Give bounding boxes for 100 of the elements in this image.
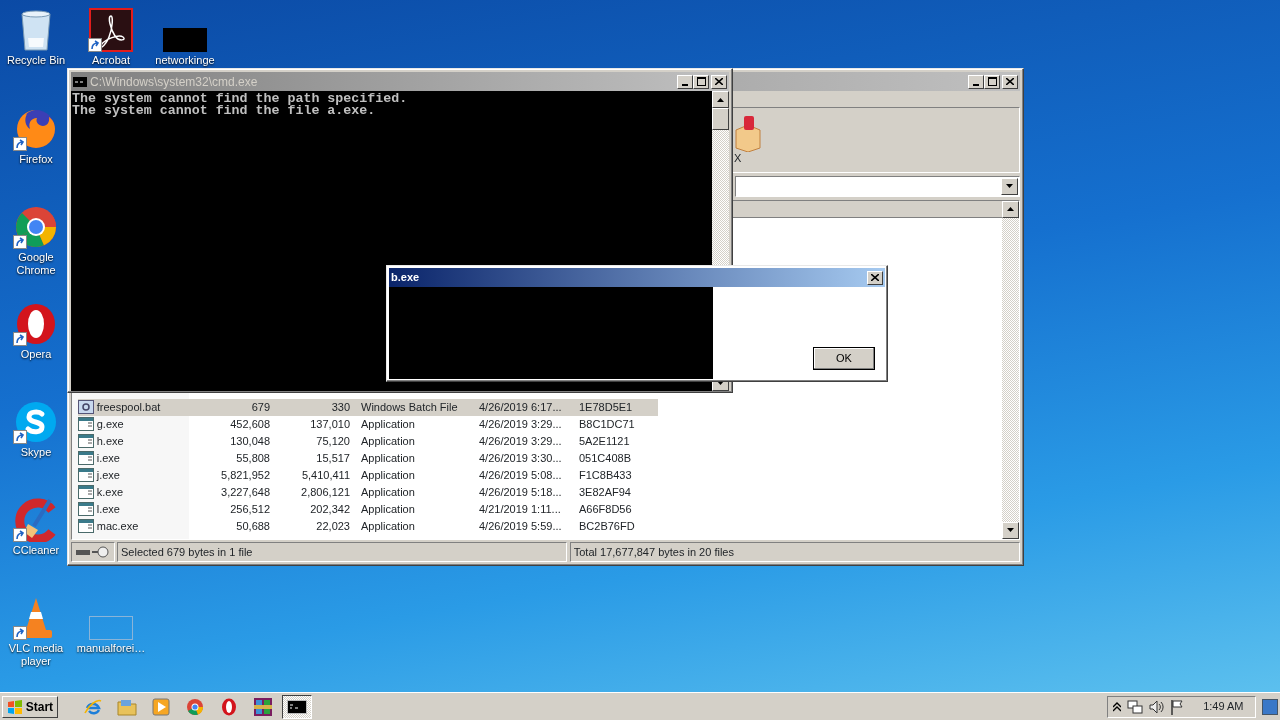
close-button[interactable] bbox=[711, 74, 727, 89]
file-type: Application bbox=[360, 484, 416, 500]
close-button[interactable] bbox=[1002, 74, 1018, 89]
packed-size: 15,517 bbox=[315, 450, 350, 466]
file-row[interactable]: h.exe 130,048 75,120 Application 4/26/2019 3:29... 5A2E1121 bbox=[78, 432, 658, 450]
modified-date: 4/26/2019 6:17... bbox=[478, 399, 563, 415]
crc-value: B8C1DC71 bbox=[578, 416, 636, 432]
icon-label[interactable]: Opera bbox=[20, 348, 52, 361]
fox-globe-icon bbox=[14, 107, 58, 151]
file-size: 3,227,648 bbox=[220, 484, 270, 500]
browser-logo-icon[interactable] bbox=[186, 697, 205, 716]
crc-value: A66F8D56 bbox=[578, 501, 633, 517]
crc-value: 3E82AF94 bbox=[578, 484, 632, 500]
file-type: Application bbox=[360, 501, 416, 517]
dropdown-button[interactable] bbox=[1001, 177, 1018, 195]
console-icon bbox=[73, 76, 87, 87]
close-button[interactable] bbox=[867, 270, 883, 285]
packed-size: 137,010 bbox=[309, 416, 350, 432]
file-size: 256,512 bbox=[229, 501, 270, 517]
document-thumbnail-icon bbox=[89, 616, 133, 640]
scroll-up-button[interactable] bbox=[712, 91, 729, 108]
packed-size: 5,410,411 bbox=[300, 467, 350, 483]
file-size: 679 bbox=[250, 399, 270, 415]
crc-value: 5A2E1121 bbox=[578, 433, 631, 449]
dialog-title: b.exe bbox=[391, 270, 420, 286]
application-file-icon bbox=[78, 451, 94, 466]
icon-label[interactable]: networkinge bbox=[155, 54, 215, 67]
file-name: l.exe bbox=[96, 501, 120, 517]
icon-label[interactable]: Firefox bbox=[19, 153, 53, 166]
file-name: freespool.bat bbox=[96, 399, 161, 415]
file-name: g.exe bbox=[96, 416, 124, 432]
play-icon[interactable] bbox=[152, 697, 171, 716]
minimize-button[interactable] bbox=[968, 74, 984, 89]
icon-label[interactable]: Skype bbox=[20, 446, 52, 459]
modified-date: 4/26/2019 3:29... bbox=[478, 433, 563, 449]
console-icon[interactable] bbox=[287, 699, 308, 714]
crc-value: BC2B76FD bbox=[578, 518, 636, 534]
file-size: 130,048 bbox=[229, 433, 270, 449]
file-row[interactable]: i.exe 55,808 15,517 Application 4/26/2019 3:30... 051C408B bbox=[78, 449, 658, 467]
file-name: mac.exe bbox=[96, 518, 139, 534]
chevron-up-icon[interactable] bbox=[1113, 701, 1122, 712]
thumbnail-icon bbox=[163, 28, 207, 52]
toolbar-label: X bbox=[734, 151, 742, 164]
close-icon bbox=[1006, 78, 1014, 85]
file-row[interactable]: freespool.bat 679 330 Windows Batch File 4/26/2019 6:17... 1E78D5E1 bbox=[78, 398, 658, 416]
packed-size: 22,023 bbox=[315, 518, 350, 534]
modified-date: 4/26/2019 5:08... bbox=[478, 467, 563, 483]
file-name: k.exe bbox=[96, 484, 124, 500]
ok-button[interactable]: OK bbox=[813, 347, 875, 370]
file-name: j.exe bbox=[96, 467, 120, 483]
show-desktop-button[interactable] bbox=[1262, 698, 1278, 715]
file-row[interactable]: j.exe 5,821,952 5,410,411 Application 4/26/2019 5:08... F1C8B433 bbox=[78, 466, 658, 484]
taskbar-button[interactable] bbox=[282, 694, 313, 719]
crc-value: F1C8B433 bbox=[578, 467, 633, 483]
start-button[interactable]: Start bbox=[2, 695, 59, 718]
file-row[interactable]: mac.exe 50,688 22,023 Application 4/26/2019 5:59... BC2B76FD bbox=[78, 517, 658, 535]
network-icon[interactable] bbox=[1126, 698, 1143, 715]
packed-size: 75,120 bbox=[315, 433, 350, 449]
maximize-button[interactable] bbox=[984, 74, 1000, 89]
file-row[interactable]: g.exe 452,608 137,010 Application 4/26/2019 3:29... B8C1DC71 bbox=[78, 415, 658, 433]
up-arrow-icon bbox=[1007, 207, 1014, 212]
maximize-button[interactable] bbox=[693, 74, 709, 89]
icon-label[interactable]: Recycle Bin bbox=[6, 54, 66, 67]
packed-size: 2,806,121 bbox=[300, 484, 350, 500]
scroll-thumb[interactable] bbox=[712, 108, 729, 130]
crc-value: 051C408B bbox=[578, 450, 632, 466]
packed-size: 330 bbox=[330, 399, 350, 415]
icon-label[interactable]: CCleaner bbox=[12, 544, 60, 557]
file-type: Windows Batch File bbox=[360, 399, 459, 415]
path-field[interactable] bbox=[735, 175, 1020, 197]
application-file-icon bbox=[78, 519, 94, 534]
broom-logo-icon bbox=[14, 498, 58, 542]
icon-label[interactable]: Acrobat bbox=[92, 54, 130, 67]
file-type: Application bbox=[360, 433, 416, 449]
volume-icon[interactable] bbox=[1148, 698, 1165, 715]
windows-logo-icon bbox=[7, 699, 23, 714]
file-name: i.exe bbox=[96, 450, 120, 466]
application-file-icon bbox=[78, 485, 94, 500]
file-row[interactable]: l.exe 256,512 202,342 Application 4/21/2019 1:11... A66F8D56 bbox=[78, 500, 658, 518]
icon-label[interactable]: Google Chrome bbox=[3, 251, 69, 277]
o-logo-icon bbox=[14, 302, 58, 346]
modified-date: 4/26/2019 3:30... bbox=[478, 450, 563, 466]
maximize-icon bbox=[987, 77, 997, 86]
o-logo-icon[interactable] bbox=[221, 697, 238, 716]
browser-logo-icon bbox=[14, 205, 58, 249]
drive-key-icon bbox=[74, 546, 111, 559]
packed-size: 202,342 bbox=[309, 501, 350, 517]
window-title: C:\Windows\system32\cmd.exe bbox=[90, 73, 258, 91]
file-row[interactable]: k.exe 3,227,648 2,806,121 Application 4/26/2019 5:18... 3E82AF94 bbox=[78, 483, 658, 501]
file-type: Application bbox=[360, 518, 416, 534]
crc-value: 1E78D5E1 bbox=[578, 399, 634, 415]
modified-date: 4/26/2019 5:18... bbox=[478, 484, 563, 500]
clock[interactable]: 1:49 AM bbox=[1203, 698, 1244, 715]
down-arrow-icon bbox=[1007, 528, 1014, 533]
scroll-up-button[interactable] bbox=[1002, 200, 1019, 218]
scroll-down-button[interactable] bbox=[1002, 521, 1019, 539]
down-arrow-icon bbox=[1006, 184, 1013, 189]
flag-icon[interactable] bbox=[1169, 698, 1184, 715]
minimize-button[interactable] bbox=[677, 74, 693, 89]
status-total: Total 17,677,847 bytes in 20 files bbox=[570, 542, 1020, 562]
